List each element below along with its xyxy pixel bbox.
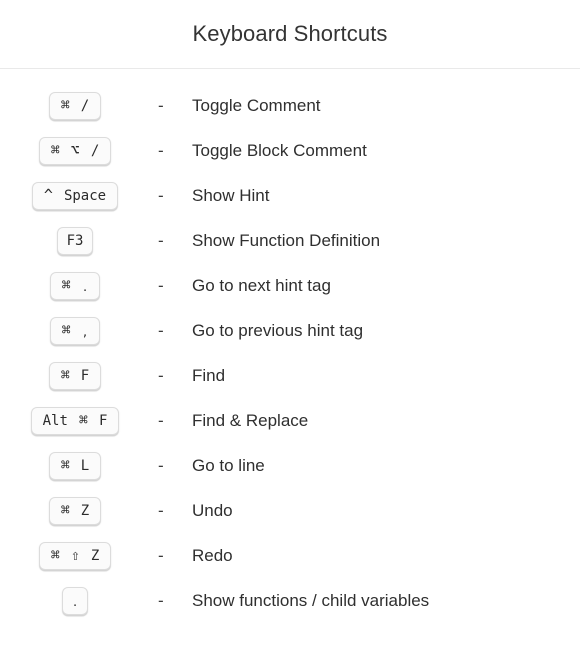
page-title: Keyboard Shortcuts (192, 21, 388, 46)
shortcut-keys-cell: ⌘ Z (0, 496, 150, 525)
key-badge[interactable]: ⌘ Z (48, 496, 102, 525)
panel-header: Keyboard Shortcuts (0, 0, 580, 69)
key-token: / (90, 142, 100, 159)
shortcut-keys-cell: Alt ⌘ F (0, 406, 150, 435)
shortcut-row: ⌘ ⌥ / - Toggle Block Comment (0, 128, 580, 173)
key-token: . (71, 596, 79, 609)
shortcut-keys-cell: ⌘, (0, 316, 150, 345)
shortcut-separator: - (158, 276, 164, 295)
key-badge[interactable]: ⌘, (49, 316, 101, 345)
shortcut-description: Go to previous hint tag (192, 321, 364, 340)
key-token: ⌥ (70, 141, 80, 159)
shortcut-description: Undo (192, 501, 233, 520)
shortcut-separator: - (158, 231, 164, 250)
shortcut-keys-cell: ⌘ ⌥ / (0, 136, 150, 165)
key-token: ⌘ (61, 276, 71, 294)
key-token: F3 (66, 232, 84, 249)
key-token: Z (80, 502, 90, 519)
key-token: . (81, 281, 89, 294)
shortcut-description: Find (192, 366, 226, 385)
key-token: ⌘ (50, 141, 60, 159)
key-token: L (80, 457, 90, 474)
key-badge[interactable]: ⌘ ⇧ Z (38, 541, 112, 570)
shortcut-description: Go to next hint tag (192, 276, 331, 295)
shortcut-keys-cell: F3 (0, 226, 150, 255)
shortcut-separator: - (158, 321, 164, 340)
shortcut-separator: - (158, 96, 164, 115)
shortcut-row: ⌘ F - Find (0, 353, 580, 398)
key-badge[interactable]: ⌘. (49, 271, 101, 300)
key-badge[interactable]: ⌘ / (48, 91, 102, 120)
key-token: Space (63, 187, 107, 204)
key-token: Z (90, 547, 100, 564)
shortcut-row: F3 - Show Function Definition (0, 218, 580, 263)
shortcut-keys-cell: ⌘. (0, 271, 150, 300)
shortcut-row: Alt ⌘ F - Find & Replace (0, 398, 580, 443)
key-badge[interactable]: ⌘ L (48, 451, 102, 480)
shortcut-description: Toggle Comment (192, 96, 321, 115)
key-token: ⌘ (61, 321, 71, 339)
key-token: ⌘ (50, 546, 60, 564)
key-badge[interactable]: Alt ⌘ F (30, 406, 120, 435)
key-token: ⌘ (60, 456, 70, 474)
shortcut-keys-cell: ⌘ ⇧ Z (0, 541, 150, 570)
shortcut-row: ⌘ / - Toggle Comment (0, 83, 580, 128)
shortcut-separator: - (158, 456, 164, 475)
shortcut-separator: - (158, 141, 164, 160)
key-token: ⌘ (60, 96, 70, 114)
shortcut-row: ^ Space - Show Hint (0, 173, 580, 218)
shortcut-description: Show Function Definition (192, 231, 381, 250)
key-token: / (80, 97, 90, 114)
key-badge[interactable]: ⌘ F (48, 361, 102, 390)
shortcut-description: Show Hint (192, 186, 270, 205)
shortcut-separator: - (158, 546, 164, 565)
shortcut-row: ⌘ Z - Undo (0, 488, 580, 533)
shortcut-keys-cell: ^ Space (0, 181, 150, 210)
key-badge[interactable]: . (61, 586, 89, 615)
shortcut-keys-cell: ⌘ L (0, 451, 150, 480)
shortcut-separator: - (158, 411, 164, 430)
shortcut-row: ⌘. - Go to next hint tag (0, 263, 580, 308)
key-token: F (98, 412, 108, 429)
shortcut-description: Show functions / child variables (192, 591, 430, 610)
shortcut-description: Toggle Block Comment (192, 141, 367, 160)
shortcut-keys-cell: . (0, 586, 150, 615)
key-badge[interactable]: F3 (56, 226, 94, 255)
key-badge[interactable]: ^ Space (31, 181, 119, 210)
shortcut-list: ⌘ / - Toggle Comment ⌘ ⌥ / - Toggle Block Commen… (0, 69, 580, 654)
shortcut-separator: - (158, 186, 164, 205)
shortcut-keys-cell: ⌘ F (0, 361, 150, 390)
key-token: F (80, 367, 90, 384)
key-token: ^ (43, 186, 53, 204)
shortcut-separator: - (158, 366, 164, 385)
shortcut-row: ⌘, - Go to previous hint tag (0, 308, 580, 353)
shortcut-row: ⌘ ⇧ Z - Redo (0, 533, 580, 578)
shortcut-row: . - Show functions / child variables (0, 578, 580, 623)
shortcut-row: ⌘ L - Go to line (0, 443, 580, 488)
shortcut-keys-cell: ⌘ / (0, 91, 150, 120)
key-badge[interactable]: ⌘ ⌥ / (38, 136, 112, 165)
key-token: ⌘ (60, 366, 70, 384)
key-token: ⌘ (60, 501, 70, 519)
shortcut-description: Go to line (192, 456, 265, 475)
shortcut-description: Redo (192, 546, 233, 565)
key-token: ⌘ (78, 411, 88, 429)
key-token: , (81, 326, 89, 339)
shortcut-description: Find & Replace (192, 411, 309, 430)
shortcut-separator: - (158, 591, 164, 610)
shortcut-separator: - (158, 501, 164, 520)
key-token: ⇧ (70, 546, 80, 564)
key-token: Alt (42, 412, 68, 429)
keyboard-shortcuts-panel: Keyboard Shortcuts ⌘ / - Toggle Comment ⌘ ⌥ / -… (0, 0, 580, 654)
